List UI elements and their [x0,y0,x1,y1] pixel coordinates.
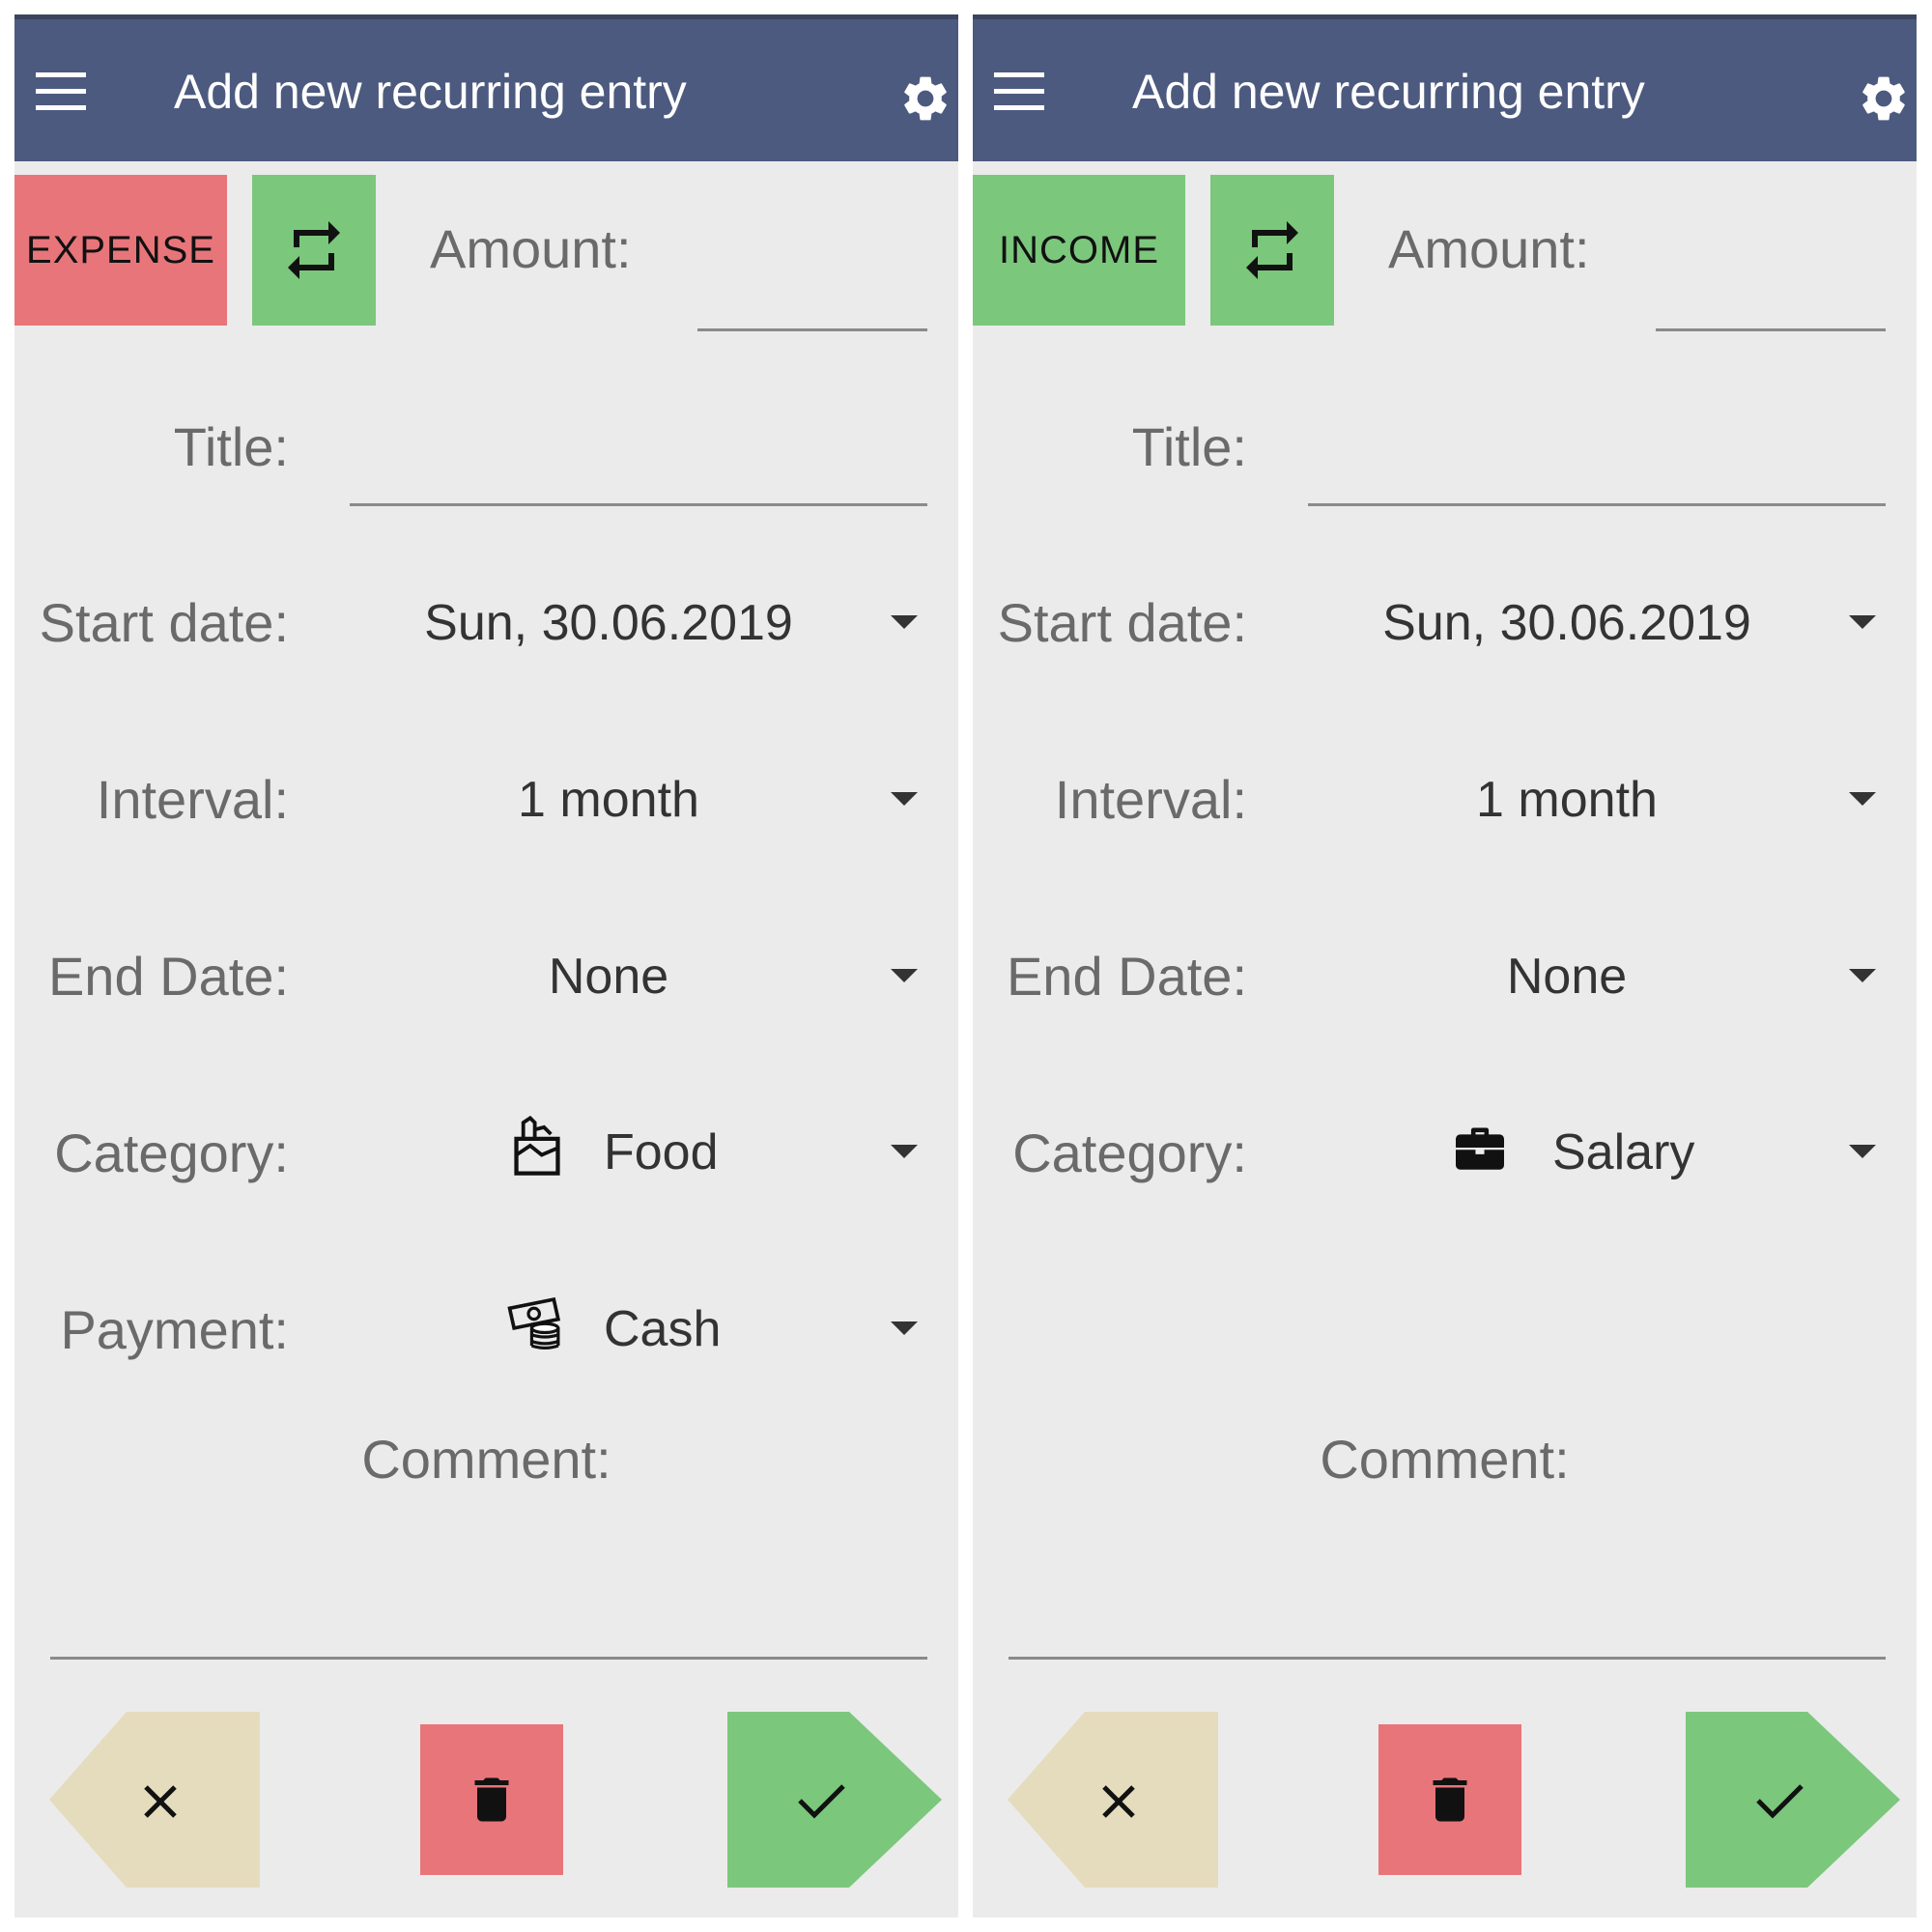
category-dropdown-icon[interactable] [891,1145,918,1158]
start-date-label: Start date: [997,592,1247,653]
cancel-button[interactable] [1008,1712,1218,1888]
title-label: Title: [1131,416,1247,477]
settings-gear-icon[interactable] [1857,71,1911,126]
interval-dropdown-icon[interactable] [1849,792,1876,806]
cancel-button[interactable] [49,1712,260,1888]
payment-dropdown-icon[interactable] [891,1321,918,1335]
expense-type-button[interactable]: EXPENSE [14,175,227,326]
menu-icon[interactable] [994,72,1044,111]
app-bar-title: Add new recurring entry [174,65,687,119]
type-button-label: EXPENSE [26,228,215,271]
title-input[interactable] [1308,503,1886,506]
comment-input[interactable] [1009,1657,1886,1660]
app-bar-title: Add new recurring entry [1132,65,1645,119]
interval-label: Interval: [96,769,289,830]
end-date-dropdown-icon[interactable] [1849,969,1876,982]
income-screen: Add new recurring entry INCOME Amount: T… [973,14,1917,1918]
title-input[interactable] [350,503,927,506]
cash-icon [507,1296,561,1350]
payment-label: Payment: [60,1299,289,1360]
type-button-label: INCOME [999,228,1159,271]
menu-icon[interactable] [36,72,86,111]
confirm-button[interactable] [727,1712,942,1888]
end-date-label: End Date: [47,946,289,1007]
app-bar: Add new recurring entry [973,14,1917,161]
end-date-value[interactable]: None [1354,948,1779,1006]
briefcase-icon [1456,1127,1504,1170]
start-date-label: Start date: [39,592,289,653]
settings-gear-icon[interactable] [898,71,952,126]
food-bag-icon [514,1116,560,1176]
amount-input[interactable] [1656,328,1886,331]
title-label: Title: [173,416,289,477]
interval-value[interactable]: 1 month [396,771,821,829]
comment-label: Comment: [361,1429,611,1490]
start-date-dropdown-icon[interactable] [1849,615,1876,629]
interval-value[interactable]: 1 month [1354,771,1779,829]
confirm-button[interactable] [1686,1712,1900,1888]
swap-type-button[interactable] [1210,175,1334,326]
trash-icon [474,1777,509,1822]
expense-screen: Add new recurring entry EXPENSE Amount: … [14,14,958,1918]
trash-icon [1433,1777,1467,1822]
amount-label: Amount: [430,218,632,279]
swap-type-button[interactable] [252,175,376,326]
repeat-icon [288,221,340,279]
amount-input[interactable] [697,328,927,331]
delete-button[interactable] [420,1724,563,1875]
start-date-dropdown-icon[interactable] [891,615,918,629]
repeat-icon [1246,221,1298,279]
interval-dropdown-icon[interactable] [891,792,918,806]
category-value[interactable]: Salary [1552,1123,1694,1181]
delete-button[interactable] [1378,1724,1521,1875]
end-date-dropdown-icon[interactable] [891,969,918,982]
category-dropdown-icon[interactable] [1849,1145,1876,1158]
category-label: Category: [1012,1122,1247,1183]
category-value[interactable]: Food [604,1123,719,1181]
app-bar: Add new recurring entry [14,14,958,161]
amount-label: Amount: [1388,218,1590,279]
category-label: Category: [54,1122,289,1183]
payment-value[interactable]: Cash [604,1300,721,1358]
start-date-value[interactable]: Sun, 30.06.2019 [396,594,821,652]
income-type-button[interactable]: INCOME [973,175,1185,326]
end-date-value[interactable]: None [396,948,821,1006]
comment-label: Comment: [1320,1429,1570,1490]
start-date-value[interactable]: Sun, 30.06.2019 [1354,594,1779,652]
interval-label: Interval: [1054,769,1247,830]
end-date-label: End Date: [1006,946,1247,1007]
comment-input[interactable] [50,1657,927,1660]
